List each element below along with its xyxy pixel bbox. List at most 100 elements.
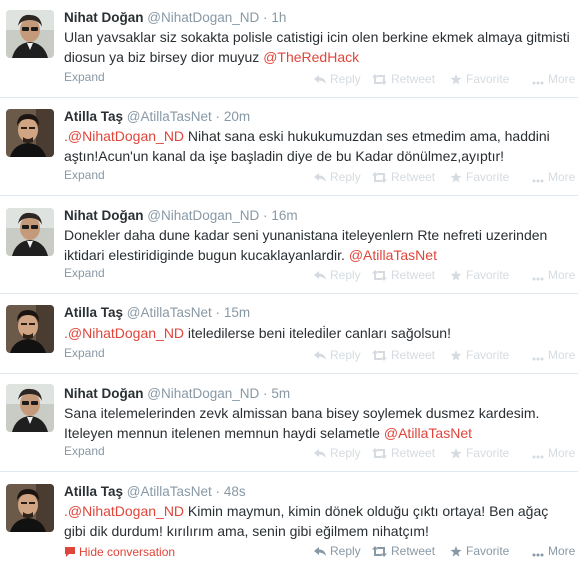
reply-arrow-icon: [314, 271, 326, 280]
more-label: More: [548, 348, 576, 362]
avatar[interactable]: [6, 305, 54, 353]
reply-button[interactable]: Reply: [314, 445, 361, 461]
fullname[interactable]: Atilla Taş: [64, 484, 123, 499]
dots-icon: [532, 179, 544, 183]
retweet-button[interactable]: Retweet: [372, 543, 435, 559]
hide-conversation-link[interactable]: Hide conversation: [64, 544, 175, 560]
reply-button[interactable]: Reply: [314, 267, 361, 283]
username[interactable]: @NihatDogan_ND: [147, 208, 259, 223]
mention-link[interactable]: .@NihatDogan_ND: [64, 325, 184, 341]
retweet-arrows-icon: [372, 270, 387, 281]
tweet-actions: Reply Retweet Favorite More: [310, 445, 576, 461]
retweet-button[interactable]: Retweet: [372, 445, 435, 461]
tweet[interactable]: Atilla Taş @AtillaTasNet · 15m .@NihatDo…: [0, 294, 578, 374]
more-label: More: [548, 268, 576, 282]
more-button[interactable]: More: [532, 169, 575, 185]
tweet-text-body: Donekler daha dune kadar seni yunanistan…: [64, 227, 548, 263]
reply-arrow-icon: [314, 173, 326, 182]
more-button[interactable]: More: [532, 445, 575, 461]
username[interactable]: @NihatDogan_ND: [147, 386, 259, 401]
retweet-button[interactable]: Retweet: [372, 347, 435, 363]
reply-button[interactable]: Reply: [314, 169, 361, 185]
tweet-text: Sana itelemelerinden zevk almissan bana …: [64, 403, 570, 443]
tweet-header: Atilla Taş @AtillaTasNet · 48s: [64, 483, 246, 501]
dots-icon: [532, 277, 544, 281]
retweet-button[interactable]: Retweet: [372, 267, 435, 283]
expand-link[interactable]: Expand: [64, 443, 105, 459]
fullname[interactable]: Atilla Taş: [64, 305, 123, 320]
dots-icon: [532, 357, 544, 361]
tweet-header: Nihat Doğan @NihatDogan_ND · 5m: [64, 385, 290, 403]
favorite-button[interactable]: Favorite: [450, 71, 509, 87]
retweet-button[interactable]: Retweet: [372, 71, 435, 87]
tweet[interactable]: Atilla Taş @AtillaTasNet · 20m .@NihatDo…: [0, 98, 578, 196]
tweet[interactable]: Nihat Doğan @NihatDogan_ND · 5m Sana ite…: [0, 374, 578, 472]
timestamp[interactable]: 15m: [224, 305, 250, 320]
tweet-text: .@NihatDogan_ND Nihat sana eski hukukumu…: [64, 126, 570, 166]
mention-link[interactable]: .@NihatDogan_ND: [64, 128, 184, 144]
expand-link[interactable]: Expand: [64, 345, 105, 361]
separator-dot: ·: [215, 305, 221, 320]
retweet-label: Retweet: [391, 268, 436, 282]
tweet-text: Ulan yavsaklar siz sokakta polisle catis…: [64, 27, 570, 67]
timestamp[interactable]: 1h: [271, 10, 286, 25]
expand-link[interactable]: Expand: [64, 69, 105, 85]
favorite-label: Favorite: [466, 268, 510, 282]
favorite-button[interactable]: Favorite: [450, 169, 509, 185]
separator-dot: ·: [215, 109, 221, 124]
favorite-button[interactable]: Favorite: [450, 267, 509, 283]
favorite-label: Favorite: [466, 348, 510, 362]
favorite-button[interactable]: Favorite: [450, 347, 509, 363]
more-button[interactable]: More: [532, 543, 575, 559]
fullname[interactable]: Nihat Doğan: [64, 10, 144, 25]
more-button[interactable]: More: [532, 347, 575, 363]
expand-link[interactable]: Expand: [64, 167, 105, 183]
star-icon: [450, 350, 462, 361]
mention-link[interactable]: @TheRedHack: [263, 49, 359, 65]
avatar[interactable]: [6, 208, 54, 256]
username[interactable]: @AtillaTasNet: [127, 305, 212, 320]
timestamp[interactable]: 20m: [224, 109, 250, 124]
retweet-arrows-icon: [372, 546, 387, 557]
avatar[interactable]: [6, 109, 54, 157]
mention-link[interactable]: .@NihatDogan_ND: [64, 503, 184, 519]
avatar[interactable]: [6, 10, 54, 58]
mention-link[interactable]: @AtillaTasNet: [349, 247, 437, 263]
fullname[interactable]: Nihat Doğan: [64, 386, 144, 401]
tweet[interactable]: Nihat Doğan @NihatDogan_ND · 16m Donekle…: [0, 196, 578, 294]
reply-arrow-icon: [314, 547, 326, 556]
timestamp[interactable]: 16m: [271, 208, 297, 223]
reply-label: Reply: [330, 268, 361, 282]
reply-button[interactable]: Reply: [314, 347, 361, 363]
mention-link[interactable]: @AtillaTasNet: [384, 425, 472, 441]
more-button[interactable]: More: [532, 71, 575, 87]
avatar[interactable]: [6, 484, 54, 532]
retweet-arrows-icon: [372, 172, 387, 183]
retweet-button[interactable]: Retweet: [372, 169, 435, 185]
fullname[interactable]: Nihat Doğan: [64, 208, 144, 223]
reply-button[interactable]: Reply: [314, 543, 361, 559]
reply-arrow-icon: [314, 449, 326, 458]
tweet-header: Atilla Taş @AtillaTasNet · 15m: [64, 304, 250, 322]
reply-label: Reply: [330, 348, 361, 362]
favorite-button[interactable]: Favorite: [450, 445, 509, 461]
reply-button[interactable]: Reply: [314, 71, 361, 87]
timestamp[interactable]: 5m: [271, 386, 290, 401]
tweet[interactable]: Nihat Doğan @NihatDogan_ND · 1h Ulan yav…: [0, 0, 578, 98]
username[interactable]: @AtillaTasNet: [127, 109, 212, 124]
username[interactable]: @AtillaTasNet: [127, 484, 212, 499]
star-icon: [450, 74, 462, 85]
timestamp[interactable]: 48s: [224, 484, 246, 499]
dots-icon: [532, 455, 544, 459]
tweet-header: Nihat Doğan @NihatDogan_ND · 16m: [64, 207, 298, 225]
tweet-text: .@NihatDogan_ND Kimin maymun, kimin döne…: [64, 501, 570, 541]
avatar[interactable]: [6, 384, 54, 432]
tweet[interactable]: Atilla Taş @AtillaTasNet · 48s .@NihatDo…: [0, 472, 578, 574]
favorite-button[interactable]: Favorite: [450, 543, 509, 559]
fullname[interactable]: Atilla Taş: [64, 109, 123, 124]
expand-link[interactable]: Expand: [64, 265, 105, 281]
username[interactable]: @NihatDogan_ND: [147, 10, 259, 25]
tweet-actions: Reply Retweet Favorite More: [310, 71, 576, 87]
more-button[interactable]: More: [532, 267, 575, 283]
dots-icon: [532, 81, 544, 85]
